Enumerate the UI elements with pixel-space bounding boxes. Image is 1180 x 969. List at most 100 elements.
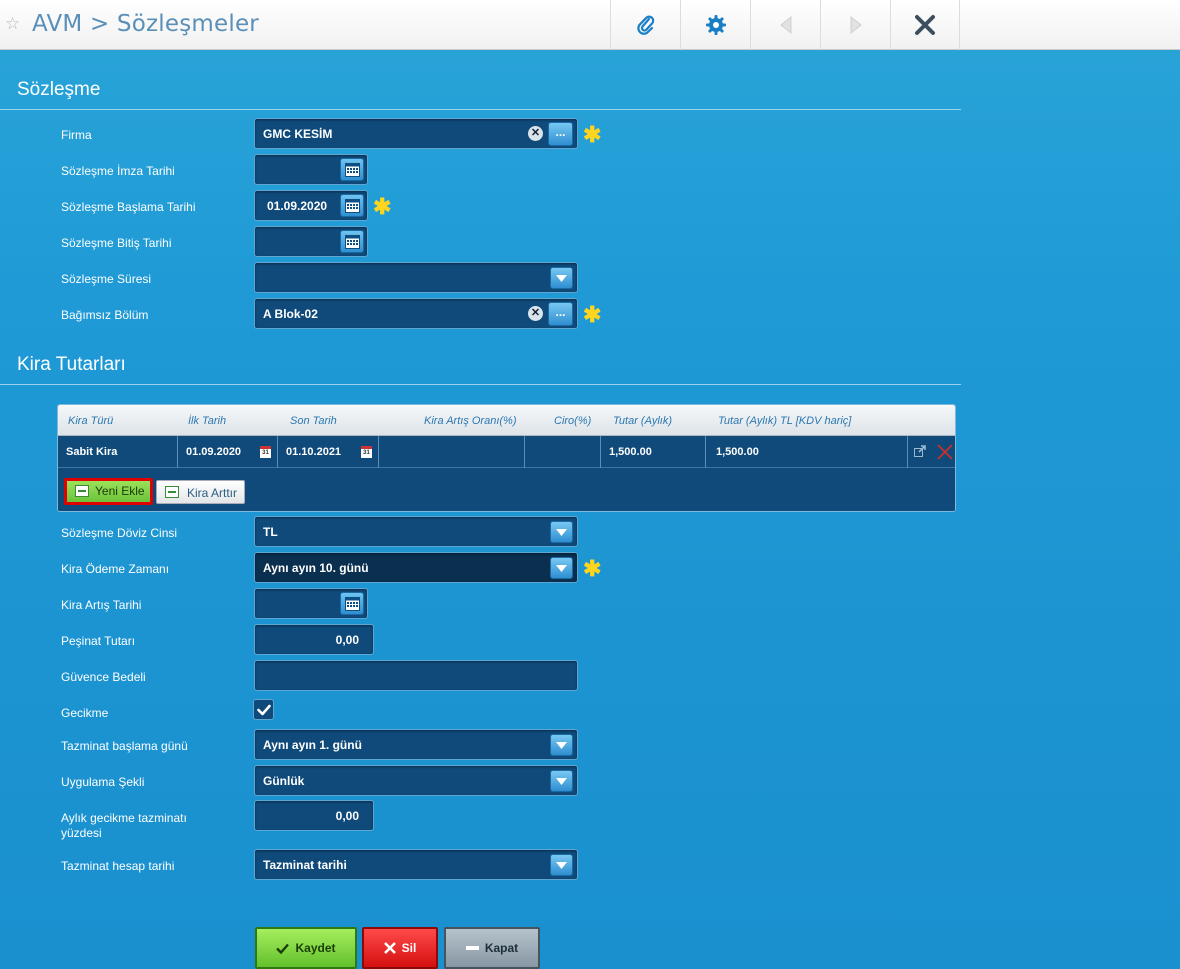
button-label: Yeni Ekle	[95, 484, 145, 498]
calendar-icon[interactable]: 31	[361, 446, 372, 458]
doviz-value: TL	[263, 525, 278, 539]
firma-field[interactable]: GMC KESİM ✕ ...	[254, 118, 578, 149]
column-header[interactable]: Son Tarih	[290, 415, 337, 427]
bitis-tarihi-field[interactable]	[254, 226, 368, 257]
column-header[interactable]: Kira Artış Oranı(%)	[424, 415, 517, 427]
button-label: Sil	[401, 941, 417, 955]
delete-row-icon[interactable]	[937, 444, 953, 460]
bitis-tarihi-label: Sözleşme Bitiş Tarihi	[61, 236, 172, 250]
calendar-button[interactable]	[340, 230, 364, 253]
calendar-icon	[344, 234, 360, 249]
guvence-label: Güvence Bedeli	[61, 670, 146, 684]
column-header[interactable]: Tutar (Aylık)	[613, 415, 672, 427]
firma-lookup-button[interactable]: ...	[548, 122, 573, 146]
calendar-button[interactable]	[340, 158, 364, 181]
required-asterisk-icon: ✱	[583, 122, 602, 147]
section-title-contract: Sözleşme	[17, 79, 101, 100]
doviz-label: Sözleşme Döviz Cinsi	[61, 526, 178, 540]
button-label: Kira Arttır	[187, 486, 238, 500]
pesinat-value: 0,00	[335, 633, 359, 647]
close-form-button[interactable]: Kapat	[444, 927, 540, 969]
rent-grid: Kira Türü İlk Tarih Son Tarih Kira Artış…	[57, 404, 956, 512]
uygulama-label: Uygulama Şekli	[61, 775, 145, 789]
settings-button[interactable]	[680, 0, 750, 50]
calendar-button[interactable]	[340, 592, 364, 615]
close-icon	[383, 942, 396, 954]
paperclip-icon	[636, 15, 654, 35]
open-external-icon[interactable]	[914, 445, 926, 457]
column-header[interactable]: İlk Tarih	[188, 415, 226, 427]
bolum-lookup-button[interactable]: ...	[548, 302, 573, 326]
cell-text: 01.09.2020	[186, 446, 242, 458]
cell-tutar[interactable]: 1,500.00	[601, 436, 706, 468]
odeme-zamani-label: Kira Ödeme Zamanı	[61, 562, 170, 576]
yeni-ekle-button[interactable]: Yeni Ekle	[64, 478, 153, 505]
dropdown-button[interactable]	[550, 557, 573, 579]
clear-icon[interactable]: ✕	[528, 126, 543, 141]
imza-tarihi-label: Sözleşme İmza Tarihi	[61, 164, 175, 178]
imza-tarihi-field[interactable]	[254, 154, 368, 185]
firma-label: Firma	[61, 128, 92, 142]
aylik-gecikme-label: Aylık gecikme tazminatı yüzdesi	[61, 811, 187, 841]
odeme-zamani-value: Aynı ayın 10. günü	[263, 561, 369, 575]
hesap-tarihi-value: Tazminat tarihi	[263, 858, 347, 872]
kira-arttir-button[interactable]: Kira Arttır	[156, 480, 245, 504]
cell-ciro[interactable]	[525, 436, 601, 468]
label-line: Aylık gecikme tazminatı	[61, 811, 187, 825]
aylik-gecikme-input[interactable]: 0,00	[254, 800, 374, 831]
baslama-tarihi-label: Sözleşme Başlama Tarihi	[61, 200, 196, 214]
cell-son-tarih[interactable]: 01.10.2021 31	[278, 436, 379, 468]
section-divider	[0, 384, 961, 385]
firma-value: GMC KESİM	[263, 127, 333, 141]
gecikme-checkbox[interactable]	[253, 699, 274, 720]
clear-icon[interactable]: ✕	[528, 306, 543, 321]
gear-icon	[705, 15, 726, 35]
cell-ilk-tarih[interactable]: 01.09.2020 31	[178, 436, 278, 468]
triangle-left-icon	[779, 15, 791, 35]
attachment-button[interactable]	[610, 0, 680, 50]
dropdown-button[interactable]	[550, 854, 573, 876]
column-header[interactable]: Ciro(%)	[554, 415, 591, 427]
table-row[interactable]: Sabit Kira 01.09.2020 31 01.10.2021 31 1…	[58, 436, 955, 468]
artis-tarihi-field[interactable]	[254, 588, 368, 619]
calendar-button[interactable]	[340, 194, 364, 217]
top-bar: ☆ AVM > Sözleşmeler	[0, 0, 1180, 50]
cell-tutar-tl[interactable]: 1,500.00	[706, 436, 908, 468]
guvence-input[interactable]	[254, 660, 578, 691]
baslama-tarihi-field[interactable]: 01.09.2020	[254, 190, 368, 221]
uygulama-select[interactable]: Günlük	[254, 765, 578, 796]
bolum-label: Bağımsız Bölüm	[61, 308, 149, 322]
dropdown-button[interactable]	[550, 521, 573, 543]
minus-icon	[465, 946, 479, 950]
dropdown-button[interactable]	[550, 734, 573, 756]
delete-button[interactable]: Sil	[362, 927, 438, 969]
hesap-tarihi-select[interactable]: Tazminat tarihi	[254, 849, 578, 880]
column-header[interactable]: Tutar (Aylık) TL [KDV hariç]	[718, 415, 851, 427]
checkmark-icon	[256, 704, 271, 715]
gecikme-label: Gecikme	[61, 706, 109, 720]
previous-button[interactable]	[750, 0, 820, 50]
sure-select[interactable]	[254, 262, 578, 293]
calendar-icon[interactable]: 31	[260, 446, 271, 458]
cell-kira-turu[interactable]: Sabit Kira	[58, 436, 178, 468]
dropdown-button[interactable]	[550, 267, 573, 289]
tazminat-baslama-select[interactable]: Aynı ayın 1. günü	[254, 729, 578, 760]
close-button[interactable]	[890, 0, 960, 50]
chevron-down-icon	[556, 528, 567, 536]
odeme-zamani-select[interactable]: Aynı ayın 10. günü	[254, 552, 578, 583]
column-header[interactable]: Kira Türü	[68, 415, 113, 427]
save-button[interactable]: Kaydet	[255, 927, 357, 969]
section-title-rent: Kira Tutarları	[17, 354, 126, 375]
calendar-icon	[344, 162, 360, 177]
required-asterisk-icon: ✱	[373, 194, 392, 219]
tazminat-baslama-value: Aynı ayın 1. günü	[263, 738, 362, 752]
pesinat-input[interactable]: 0,00	[254, 624, 374, 655]
uygulama-value: Günlük	[263, 774, 305, 788]
favorite-star-icon[interactable]: ☆	[5, 14, 20, 34]
bolum-field[interactable]: A Blok-02 ✕ ...	[254, 298, 578, 329]
hesap-tarihi-label: Tazminat hesap tarihi	[61, 859, 175, 873]
cell-artis-orani[interactable]	[379, 436, 525, 468]
dropdown-button[interactable]	[550, 770, 573, 792]
next-button[interactable]	[820, 0, 890, 50]
doviz-select[interactable]: TL	[254, 516, 578, 547]
